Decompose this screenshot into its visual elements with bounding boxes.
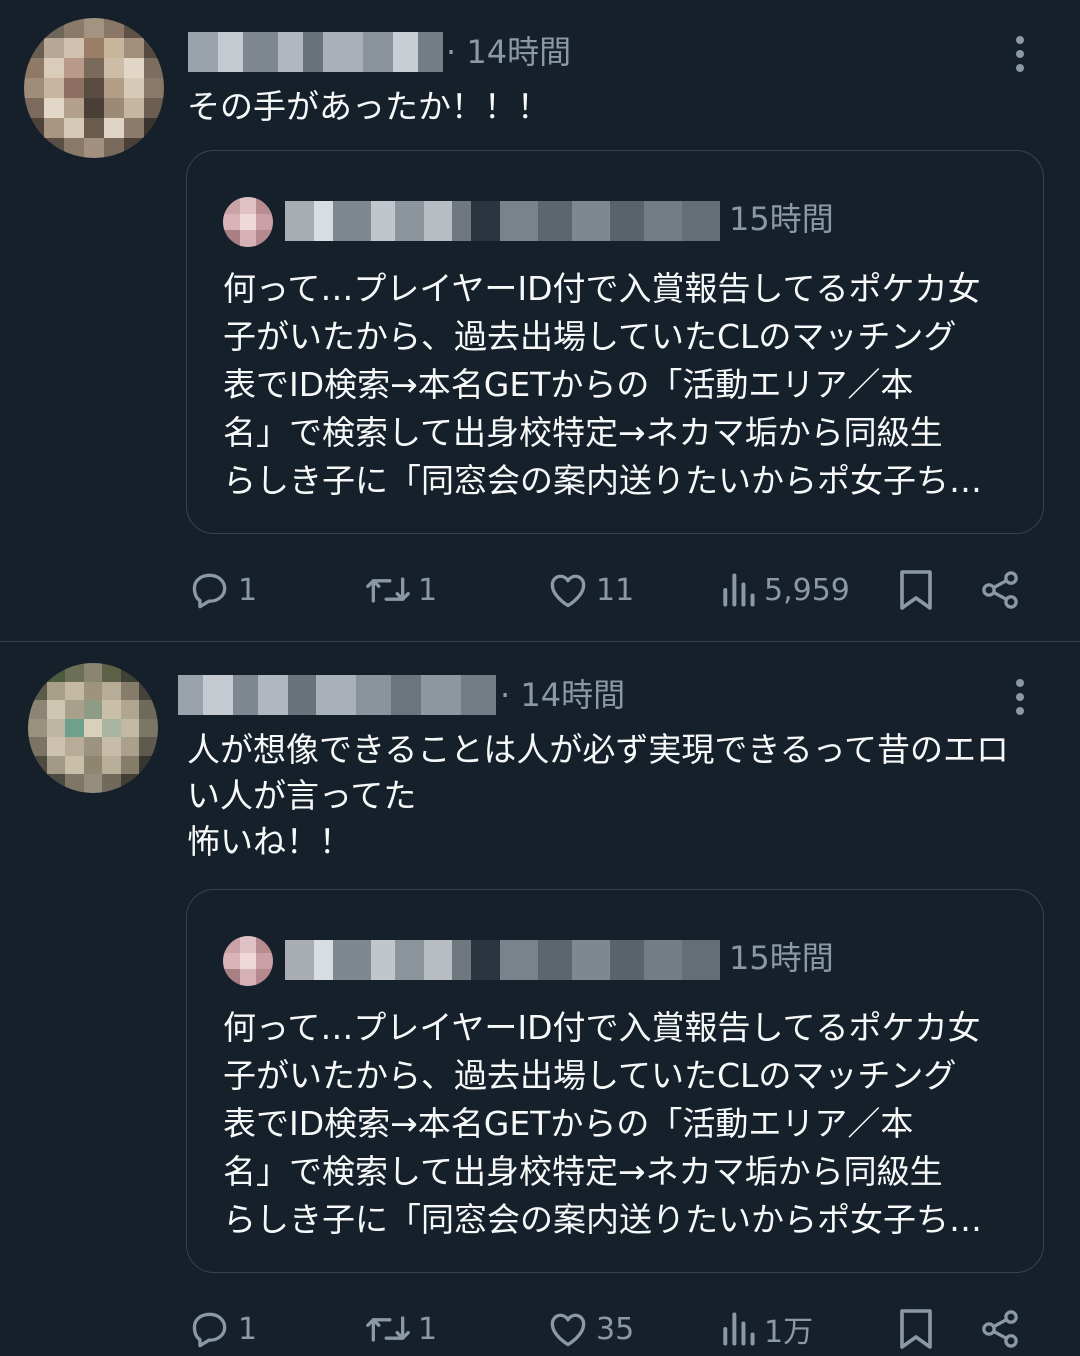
quoted-text: 何って…プレイヤーID付で入賞報告してるポケカ女 子がいたから、過去出場していた… — [223, 1008, 982, 1239]
views-count: 5,959 — [764, 572, 850, 608]
avatar[interactable] — [24, 18, 164, 158]
like-count: 11 — [596, 572, 635, 608]
quoted-time[interactable]: 15時間 — [729, 197, 834, 241]
reply-button[interactable]: 1 — [188, 1299, 257, 1356]
views-button[interactable]: 1万 — [718, 1299, 813, 1356]
tweet[interactable]: · 14時間 その手があったか！！！ 15時間 何って…プレイヤーID付で入賞報… — [0, 0, 1080, 642]
like-button[interactable]: 11 — [546, 560, 634, 620]
tweet-text: 人が想像できることは人が必ず実現できるって昔のエロ い人が言ってた 怖いね！！ — [187, 730, 1010, 861]
like-icon — [550, 1313, 586, 1347]
quoted-name-blurred — [285, 940, 721, 980]
quoted-avatar — [223, 936, 273, 986]
like-button[interactable]: 35 — [546, 1299, 634, 1356]
tweet-time[interactable]: · 14時間 — [500, 675, 625, 715]
bookmark-button[interactable] — [896, 560, 936, 620]
quoted-tweet[interactable]: 15時間 何って…プレイヤーID付で入賞報告してるポケカ女 子がいたから、過去出… — [186, 889, 1044, 1273]
quoted-name-blurred — [285, 201, 721, 241]
quoted-tweet[interactable]: 15時間 何って…プレイヤーID付で入賞報告してるポケカ女 子がいたから、過去出… — [186, 150, 1044, 534]
display-name-blurred[interactable] — [178, 675, 496, 715]
reply-button[interactable]: 1 — [188, 560, 257, 620]
like-icon — [550, 574, 586, 608]
bookmark-button[interactable] — [896, 1299, 936, 1356]
repost-count: 1 — [418, 1311, 438, 1347]
quoted-text: 何って…プレイヤーID付で入賞報告してるポケカ女 子がいたから、過去出場していた… — [223, 269, 982, 500]
reply-count: 1 — [238, 572, 258, 608]
share-icon — [982, 1310, 1018, 1348]
bookmark-icon — [900, 570, 932, 610]
views-icon — [723, 573, 755, 607]
share-icon — [982, 571, 1018, 609]
repost-icon — [366, 1316, 410, 1342]
action-bar: 1 1 11 5,959 — [0, 560, 1080, 620]
repost-count: 1 — [418, 572, 438, 608]
action-bar: 1 1 35 1万 — [0, 1299, 1080, 1356]
avatar[interactable] — [28, 663, 158, 793]
share-button[interactable] — [978, 560, 1022, 620]
views-button[interactable]: 5,959 — [718, 560, 850, 620]
views-icon — [723, 1312, 755, 1346]
repost-icon — [366, 577, 410, 603]
views-count: 1万 — [764, 1315, 814, 1350]
display-name-blurred[interactable] — [188, 32, 443, 72]
more-icon[interactable] — [1000, 24, 1040, 84]
reply-icon — [192, 1312, 227, 1348]
bookmark-icon — [900, 1309, 932, 1349]
more-icon[interactable] — [1000, 667, 1040, 727]
tweet[interactable]: · 14時間 人が想像できることは人が必ず実現できるって昔のエロ い人が言ってた… — [0, 643, 1080, 1356]
like-count: 35 — [596, 1311, 635, 1347]
repost-button[interactable]: 1 — [364, 560, 437, 620]
tweet-text: その手があったか！！！ — [187, 87, 550, 126]
share-button[interactable] — [978, 1299, 1022, 1356]
reply-icon — [192, 573, 227, 609]
quoted-time[interactable]: 15時間 — [729, 936, 834, 980]
quoted-avatar — [223, 197, 273, 247]
tweet-time[interactable]: · 14時間 — [446, 32, 571, 72]
reply-count: 1 — [238, 1311, 258, 1347]
repost-button[interactable]: 1 — [364, 1299, 437, 1356]
